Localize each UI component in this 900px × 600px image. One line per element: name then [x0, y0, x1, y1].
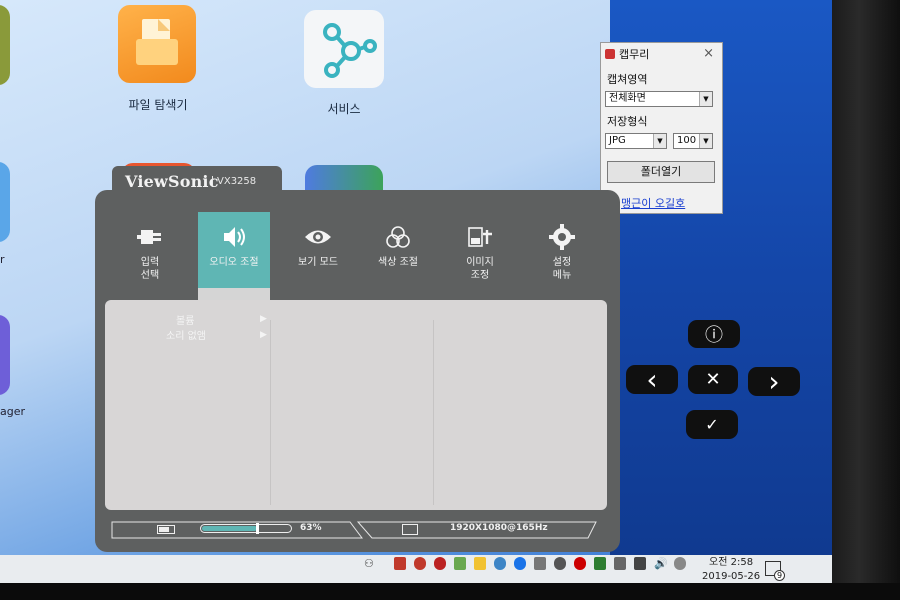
- eye-icon: [305, 230, 331, 244]
- desktop-edge-icon[interactable]: [0, 5, 10, 85]
- tray-app-icon[interactable]: [434, 557, 446, 570]
- menu-label: 보기 모드: [298, 257, 338, 268]
- monitor-bezel-bottom: [0, 583, 900, 600]
- info-icon: ⓘ: [705, 325, 723, 346]
- desktop-icon-label: 파일 탐색기: [128, 98, 188, 112]
- chevron-right-icon: ▶: [260, 330, 267, 340]
- tray-app-icon[interactable]: [454, 557, 466, 570]
- display-icon: [402, 524, 418, 535]
- desktop-edge-label: ager: [0, 405, 26, 418]
- brand-logo: ViewSonic: [125, 172, 219, 191]
- capture-tool-window: 캡무리 × 캡쳐영역 전체화면 ▼ 저장형식 JPG ▼ 100 ▼ 폴더열기 …: [600, 42, 723, 214]
- quality-select[interactable]: 100 ▼: [673, 133, 713, 149]
- left-button[interactable]: ‹: [626, 365, 678, 394]
- battery-icon: [157, 525, 175, 534]
- column-divider: [270, 320, 271, 505]
- submenu-item-volume[interactable]: 볼륨: [176, 312, 194, 327]
- save-format-label: 저장형식: [607, 115, 648, 128]
- clock-date: 2019-05-26: [702, 571, 761, 582]
- tray-app-icon[interactable]: [414, 557, 426, 570]
- bluetooth-icon[interactable]: [514, 557, 526, 570]
- file-explorer-icon[interactable]: [118, 5, 196, 83]
- tray-app-icon[interactable]: [394, 557, 406, 570]
- desktop-edge-icon[interactable]: [0, 162, 10, 242]
- audio-icon: [224, 227, 245, 247]
- quality-value: 100: [677, 135, 697, 146]
- menu-view-mode[interactable]: 보기 모드: [282, 212, 354, 288]
- input-icon: [137, 230, 161, 244]
- color-icon: [386, 226, 410, 248]
- volume-percent: 63%: [300, 523, 322, 533]
- tray-app-icon[interactable]: [614, 557, 626, 570]
- tray-app-icon[interactable]: [574, 557, 586, 570]
- confirm-button[interactable]: ✓: [686, 410, 738, 439]
- chevron-down-icon: ▼: [653, 134, 666, 148]
- info-button[interactable]: ⓘ: [688, 320, 740, 348]
- speaker-icon[interactable]: 🔊: [654, 557, 668, 570]
- chevron-right-icon: ›: [768, 364, 780, 398]
- menu-image-adjust[interactable]: 이미지 조정: [444, 212, 516, 288]
- check-icon: ✓: [705, 415, 719, 434]
- capture-app-icon: [605, 49, 615, 59]
- menu-label: 설정 메뉴: [552, 257, 572, 281]
- menu-label: 오디오 조절: [209, 257, 259, 268]
- services-icon[interactable]: [304, 10, 384, 88]
- menu-settings[interactable]: 설정 메뉴: [526, 212, 598, 288]
- menu-audio[interactable]: 오디오 조절: [198, 212, 270, 288]
- desktop-icon-label: 서비스: [327, 102, 361, 116]
- save-format-select[interactable]: JPG ▼: [605, 133, 667, 149]
- capture-area-label: 캡쳐영역: [607, 73, 648, 86]
- submenu-item-mute[interactable]: 소리 없앰: [166, 327, 206, 342]
- people-icon[interactable]: ⚇: [364, 557, 376, 570]
- author-link[interactable]: 맹근이 오길호: [621, 195, 685, 211]
- chevron-left-icon: ‹: [646, 362, 658, 396]
- close-icon[interactable]: ×: [703, 46, 714, 61]
- menu-label: 색상 조절: [378, 257, 418, 268]
- settings-tray-icon[interactable]: [494, 557, 506, 570]
- close-icon: ✕: [705, 369, 721, 390]
- resolution-readout: 1920X1080@165Hz: [450, 523, 548, 533]
- desktop-edge-label: r: [0, 253, 5, 266]
- volume-level-fill: [202, 526, 258, 531]
- clock-time: 오전 2:58: [709, 557, 754, 568]
- volume-level-knob: [256, 523, 260, 534]
- image-adjust-icon: [468, 227, 492, 247]
- menu-color-adjust[interactable]: 색상 조절: [362, 212, 434, 288]
- chevron-right-icon: ▶: [260, 314, 267, 324]
- desktop-edge-icon[interactable]: [0, 315, 10, 395]
- model-label: VX3258: [212, 176, 256, 187]
- column-divider: [433, 320, 434, 505]
- lock-icon[interactable]: [474, 557, 486, 570]
- menu-label: 이미지 조정: [466, 257, 494, 281]
- taskbar-clock[interactable]: 오전 2:58 2019-05-26: [702, 556, 760, 584]
- capture-area-value: 전체화면: [609, 93, 646, 104]
- menu-label: 입력 선택: [140, 257, 160, 281]
- gear-icon: [549, 224, 575, 250]
- save-format-value: JPG: [609, 135, 626, 146]
- chevron-down-icon: ▼: [699, 92, 712, 106]
- usb-icon[interactable]: [534, 557, 546, 570]
- tray-app-icon[interactable]: [674, 557, 686, 570]
- network-icon[interactable]: [634, 557, 646, 570]
- capture-window-title: 캡무리: [619, 48, 650, 61]
- open-folder-button[interactable]: 폴더열기: [607, 161, 715, 183]
- notification-count-badge: 9: [774, 570, 786, 581]
- chevron-down-icon: ▼: [699, 134, 712, 148]
- capture-area-select[interactable]: 전체화면 ▼: [605, 91, 713, 107]
- close-button[interactable]: ✕: [688, 365, 738, 394]
- right-button[interactable]: ›: [748, 367, 800, 396]
- volume-level-bar: [200, 523, 292, 534]
- menu-input-select[interactable]: 입력 선택: [114, 212, 186, 288]
- tray-app-icon[interactable]: [554, 557, 566, 570]
- shield-icon[interactable]: [594, 557, 606, 570]
- monitor-bezel: [832, 0, 900, 600]
